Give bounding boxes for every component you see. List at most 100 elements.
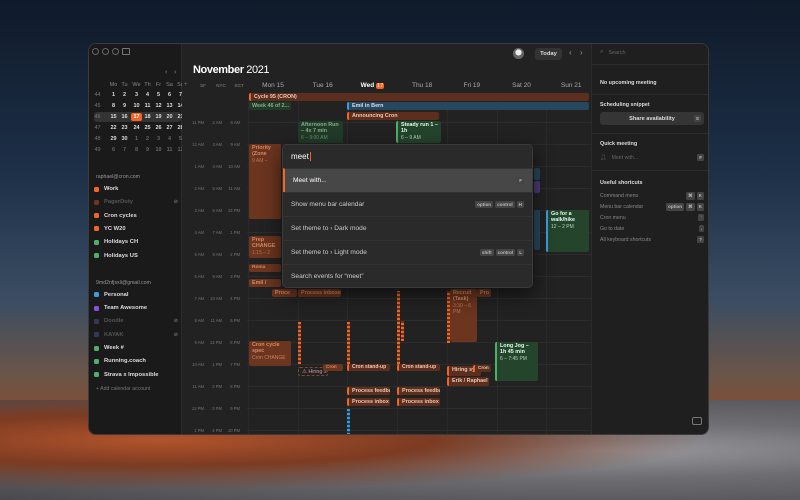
event-announcing[interactable]: Announcing Cron: [347, 112, 439, 120]
calendar-item[interactable]: Strava x Impossible: [94, 372, 178, 378]
mini-cal-day[interactable]: 11: [142, 103, 153, 109]
event-prep[interactable]: Prep CHANGE 1:15 – 2: [249, 236, 281, 258]
mini-cal-day[interactable]: 4: [164, 136, 175, 142]
mini-cal-day[interactable]: 3: [153, 136, 164, 142]
event-roma[interactable]: Roma: [249, 264, 281, 272]
event-block[interactable]: [298, 322, 301, 364]
mini-cal-day[interactable]: 16: [119, 114, 130, 120]
event-partial[interactable]: [534, 168, 540, 180]
mini-cal-day[interactable]: 20: [164, 114, 175, 120]
calendar-color-icon[interactable]: [94, 372, 99, 378]
mini-cal-day[interactable]: 1: [108, 92, 119, 98]
mini-cal-day[interactable]: 13: [164, 103, 175, 109]
calendar-item[interactable]: Running.coach: [94, 358, 178, 364]
event-block[interactable]: [347, 409, 350, 434]
event-inbox-wed[interactable]: Process inbox: [347, 398, 390, 406]
mini-cal-day[interactable]: 27: [164, 125, 175, 131]
calendar-color-icon[interactable]: [94, 332, 99, 338]
event-standup-thu[interactable]: Cron stand-up: [397, 364, 440, 371]
event-steady-run[interactable]: Steady run 1 – 1h 6 – 9 AM: [396, 121, 441, 143]
day-header[interactable]: Mon 15: [248, 82, 298, 89]
calendar-item[interactable]: Doodle ⊘: [94, 318, 178, 324]
sidebar-toggle-icon[interactable]: [122, 48, 130, 55]
calendar-item[interactable]: Work: [94, 186, 178, 192]
prev-week-button[interactable]: ‹: [569, 48, 572, 57]
mini-cal-day[interactable]: 5: [153, 92, 164, 98]
event-walk[interactable]: Go for a walk/hike 12 – 2 PM: [546, 210, 589, 252]
mini-cal-day[interactable]: 11: [164, 147, 175, 153]
calendar-item[interactable]: YC W20: [94, 226, 178, 232]
mini-cal-day[interactable]: 9: [119, 103, 130, 109]
event-cron-tue[interactable]: Cron: [323, 364, 343, 371]
event-block[interactable]: [347, 322, 350, 364]
event-block[interactable]: [447, 291, 450, 343]
calendar-item[interactable]: Cron cycles: [94, 213, 178, 219]
calendar-color-icon[interactable]: [94, 345, 99, 351]
eye-slash-icon[interactable]: ⊘: [174, 199, 178, 205]
calendar-color-icon[interactable]: [94, 186, 99, 192]
mini-cal-day[interactable]: 9: [142, 147, 153, 153]
calendar-color-icon[interactable]: [94, 305, 99, 311]
day-header[interactable]: Tue 16: [298, 82, 348, 89]
mini-cal-day[interactable]: 26: [153, 125, 164, 131]
calendar-item[interactable]: KAYAK ⊘: [94, 332, 178, 338]
mini-cal-day[interactable]: 8: [131, 147, 142, 153]
calendar-color-icon[interactable]: [94, 239, 99, 245]
command-search-input[interactable]: meet: [283, 145, 532, 168]
meet-with-input[interactable]: 👤︎ Meet with... F: [600, 154, 704, 161]
mini-cal-day[interactable]: 2: [119, 92, 130, 98]
calendar-color-icon[interactable]: [94, 199, 99, 205]
mini-cal-day[interactable]: 1: [131, 136, 142, 142]
mini-cal-day[interactable]: 6: [164, 92, 175, 98]
command-item[interactable]: Search events for “meet”: [283, 264, 532, 287]
eye-slash-icon[interactable]: ⊘: [174, 332, 178, 338]
event-inbox-thu[interactable]: Process inbox: [397, 398, 440, 406]
today-button[interactable]: Today: [535, 48, 562, 60]
event-cycle[interactable]: Cycle 95 (CRON): [249, 93, 589, 101]
calendar-color-icon[interactable]: [94, 213, 99, 219]
mini-cal-day[interactable]: 19: [153, 114, 164, 120]
mini-cal-day[interactable]: 7: [119, 147, 130, 153]
mini-cal-day[interactable]: 2: [142, 136, 153, 142]
event-process-mon[interactable]: Proce: [272, 289, 297, 297]
mini-cal-next-button[interactable]: ›: [174, 69, 176, 76]
add-timezone-button[interactable]: +: [184, 82, 188, 88]
mini-cal-day[interactable]: 24: [131, 125, 142, 131]
command-item[interactable]: Set theme to › Dark mode: [283, 216, 532, 240]
event-feedback-thu[interactable]: Process feedba: [397, 387, 440, 395]
mini-cal-day[interactable]: 25: [142, 125, 153, 131]
event-week46[interactable]: Week 46 of 2...: [249, 102, 291, 110]
minimize-button[interactable]: [102, 48, 109, 55]
mini-cal-day[interactable]: 12: [153, 103, 164, 109]
command-query[interactable]: meet: [291, 152, 309, 161]
event-afternoon-run[interactable]: Afternoon Run – 4x 7 min 6 – 9:00 AM: [298, 121, 343, 143]
mini-cal-day[interactable]: 10: [131, 103, 142, 109]
event-partial[interactable]: [534, 210, 540, 250]
event-emil-mon[interactable]: Emil /: [249, 279, 281, 287]
event-block[interactable]: [401, 321, 404, 341]
event-cron-cycle-spec[interactable]: Cron cycle spec Cron CHANGE: [249, 341, 291, 366]
mini-cal-day[interactable]: 23: [119, 125, 130, 131]
mini-cal-day[interactable]: 6: [108, 147, 119, 153]
next-week-button[interactable]: ›: [580, 48, 583, 57]
mini-cal-prev-button[interactable]: ‹: [165, 69, 167, 76]
calendar-color-icon[interactable]: [94, 318, 99, 324]
eye-slash-icon[interactable]: ⊘: [174, 318, 178, 324]
calendar-color-icon[interactable]: [94, 253, 99, 258]
event-erik-raphael[interactable]: Erik / Raphael: [447, 377, 489, 386]
avatar[interactable]: [513, 48, 524, 59]
event-recruit[interactable]: Recruit (Task) 3:30 – 6 PM: [450, 289, 477, 342]
calendar-item[interactable]: Holidays US: [94, 253, 178, 259]
event-priority[interactable]: Priority (Zone 9 AM –: [249, 144, 281, 219]
day-header[interactable]: Fri 19: [447, 82, 497, 89]
command-item[interactable]: Set theme to › Light mode shift control L: [283, 240, 532, 264]
event-partial[interactable]: [534, 181, 540, 193]
mini-cal-day[interactable]: 18: [142, 114, 153, 120]
command-item[interactable]: Show menu bar calendar option control H: [283, 192, 532, 216]
event-emil-bern[interactable]: Emil in Bern: [347, 102, 589, 110]
mini-cal-day[interactable]: 10: [153, 147, 164, 153]
mini-cal-day[interactable]: 15: [108, 114, 119, 120]
day-header[interactable]: Sun 21: [546, 82, 596, 89]
mini-cal-today[interactable]: 17: [131, 113, 142, 121]
command-item[interactable]: Meet with... F: [283, 168, 532, 192]
